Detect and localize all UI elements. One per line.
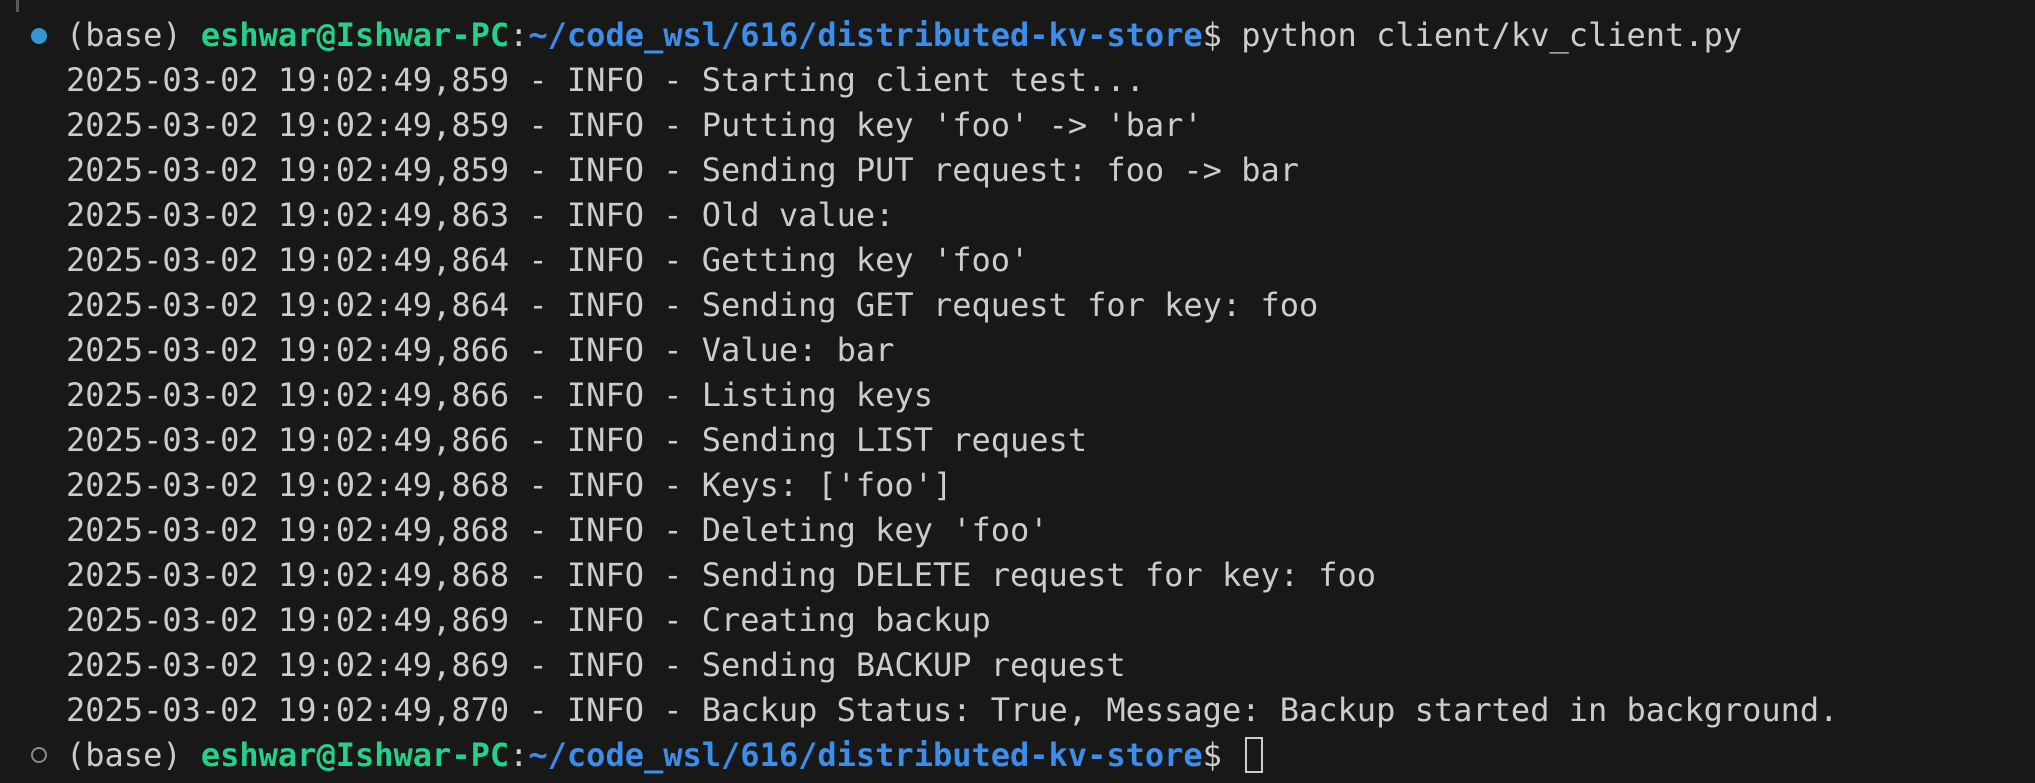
- prompt-line-command: (base) eshwar@Ishwar-PC:~/code_wsl/616/d…: [66, 13, 1742, 58]
- executed-command: python client/kv_client.py: [1241, 16, 1743, 54]
- prompt-symbol: $: [1202, 16, 1222, 54]
- log-line: 2025-03-02 19:02:49,870 - INFO - Backup …: [66, 691, 1839, 729]
- log-line: 2025-03-02 19:02:49,864 - INFO - Sending…: [66, 286, 1319, 324]
- log-line: 2025-03-02 19:02:49,869 - INFO - Sending…: [66, 646, 1126, 684]
- log-line: 2025-03-02 19:02:49,866 - INFO - Value: …: [66, 331, 895, 369]
- log-line: 2025-03-02 19:02:49,868 - INFO - Keys: […: [66, 466, 953, 504]
- log-line: 2025-03-02 19:02:49,866 - INFO - Listing…: [66, 376, 933, 414]
- user-host: eshwar@Ishwar-PC: [200, 736, 510, 774]
- log-line: 2025-03-02 19:02:49,869 - INFO - Creatin…: [66, 601, 991, 639]
- prompt-symbol: $: [1202, 736, 1222, 774]
- log-line: 2025-03-02 19:02:49,868 - INFO - Deletin…: [66, 511, 1049, 549]
- log-line: 2025-03-02 19:02:49,866 - INFO - Sending…: [66, 421, 1088, 459]
- user-host: eshwar@Ishwar-PC: [200, 16, 510, 54]
- log-line: 2025-03-02 19:02:49,863 - INFO - Old val…: [66, 196, 895, 234]
- log-line: 2025-03-02 19:02:49,859 - INFO - Sending…: [66, 151, 1299, 189]
- terminal-panel[interactable]: (base) eshwar@Ishwar-PC:~/code_wsl/616/d…: [0, 0, 2035, 783]
- log-line: 2025-03-02 19:02:49,859 - INFO - Startin…: [66, 61, 1145, 99]
- command-success-decoration-icon[interactable]: [31, 28, 47, 44]
- prompt-separator: :: [509, 736, 529, 774]
- cwd-path: ~/code_wsl/616/distributed-kv-store: [528, 16, 1203, 54]
- command-pending-decoration-icon[interactable]: [31, 747, 47, 763]
- prompt-separator: :: [509, 16, 529, 54]
- log-line: 2025-03-02 19:02:49,859 - INFO - Putting…: [66, 106, 1203, 144]
- prompt-line-current: (base) eshwar@Ishwar-PC:~/code_wsl/616/d…: [66, 733, 1264, 778]
- cwd-path: ~/code_wsl/616/distributed-kv-store: [528, 736, 1203, 774]
- scrollbar-edge: [16, 0, 19, 12]
- log-line: 2025-03-02 19:02:49,868 - INFO - Sending…: [66, 556, 1377, 594]
- conda-env: (base): [66, 16, 182, 54]
- conda-env: (base): [66, 736, 182, 774]
- log-line: 2025-03-02 19:02:49,864 - INFO - Getting…: [66, 241, 1030, 279]
- terminal-cursor[interactable]: [1245, 737, 1264, 773]
